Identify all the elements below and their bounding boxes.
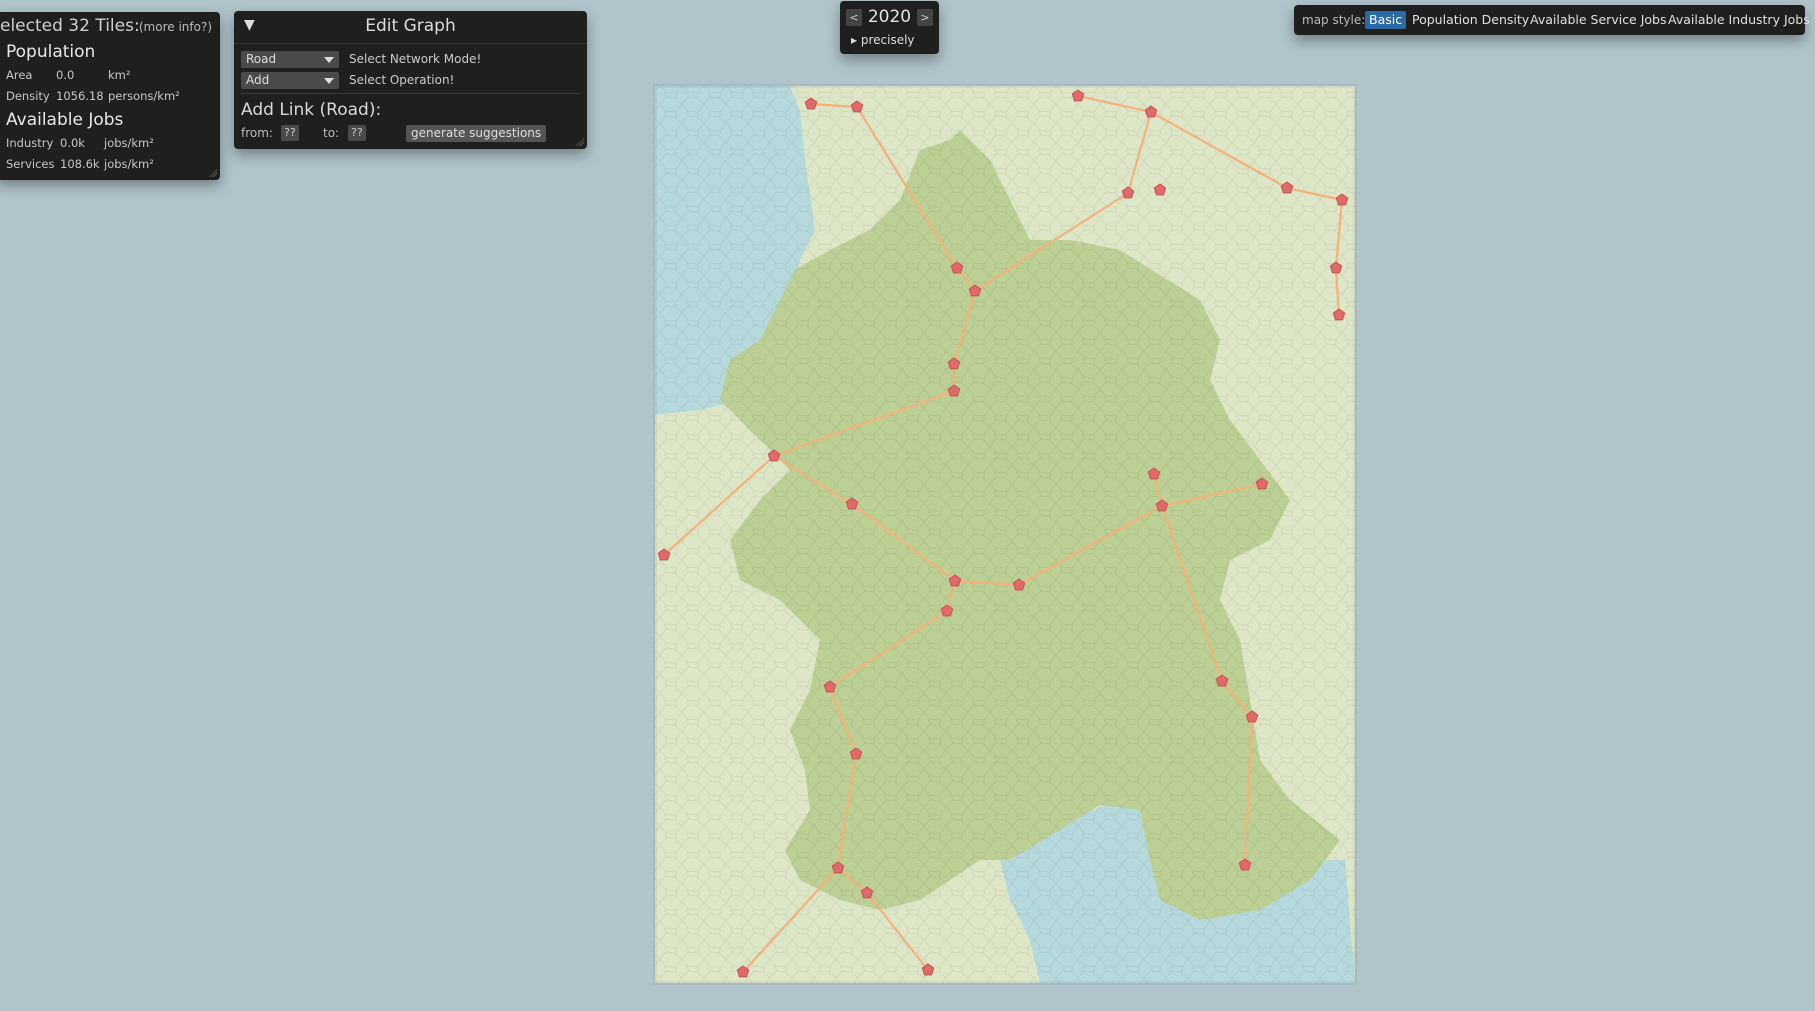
industry-label: Industry xyxy=(6,136,54,150)
precisely-toggle[interactable]: ▸ precisely xyxy=(851,33,915,47)
from-node-field[interactable]: ?? xyxy=(281,125,299,141)
jobs-heading: Available Jobs xyxy=(6,110,124,130)
resize-handle[interactable] xyxy=(576,138,584,146)
chevron-down-icon xyxy=(324,57,334,63)
generate-suggestions-button[interactable]: generate suggestions xyxy=(406,125,547,142)
operation-select[interactable]: Add xyxy=(241,72,339,89)
operation-value: Add xyxy=(246,73,270,87)
industry-value: 0.0k xyxy=(60,136,85,150)
chevron-down-icon xyxy=(324,78,334,84)
map-style-label: map style: xyxy=(1302,13,1366,27)
area-value: 0.0 xyxy=(56,68,75,82)
operation-label: Select Operation! xyxy=(349,73,455,87)
map-style-panel: map style: Basic Population Density Avai… xyxy=(1294,5,1810,35)
divider xyxy=(241,93,580,94)
selection-info-panel: elected 32 Tiles: (more info?) Populatio… xyxy=(0,12,220,180)
more-info-link[interactable]: (more info?) xyxy=(139,20,212,34)
area-row: Area 0.0 km² xyxy=(6,68,130,82)
map-style-industry-jobs[interactable]: Available Industry Jobs xyxy=(1664,11,1814,29)
network-mode-label: Select Network Mode! xyxy=(349,52,482,66)
area-label: Area xyxy=(6,68,33,82)
map-style-service-jobs[interactable]: Available Service Jobs xyxy=(1526,11,1671,29)
services-unit: jobs/km² xyxy=(104,157,154,171)
industry-row: Industry 0.0k jobs/km² xyxy=(6,136,154,150)
services-value: 108.6k xyxy=(60,157,100,171)
edit-graph-title: Edit Graph xyxy=(365,16,456,36)
services-label: Services xyxy=(6,157,55,171)
to-label: to: xyxy=(323,126,340,140)
density-unit: persons/km² xyxy=(108,89,180,103)
area-unit: km² xyxy=(108,68,131,82)
next-year-button[interactable]: > xyxy=(917,9,933,26)
map-style-basic[interactable]: Basic xyxy=(1365,11,1407,29)
density-value: 1056.18 xyxy=(56,89,104,103)
population-heading: Population xyxy=(6,42,96,62)
map-canvas[interactable] xyxy=(0,0,1815,1011)
add-link-title: Add Link (Road): xyxy=(241,100,382,120)
to-node-field[interactable]: ?? xyxy=(348,125,366,141)
selection-title: elected 32 Tiles: xyxy=(0,16,140,36)
density-label: Density xyxy=(6,89,50,103)
year-control-panel: < 2020 > ▸ precisely xyxy=(840,1,939,54)
from-label: from: xyxy=(241,126,273,140)
density-row: Density 1056.18 persons/km² xyxy=(6,89,180,103)
network-mode-value: Road xyxy=(246,52,277,66)
industry-unit: jobs/km² xyxy=(104,136,154,150)
map-cell-texture xyxy=(655,86,1355,983)
resize-handle[interactable] xyxy=(209,169,217,177)
map-style-population-density[interactable]: Population Density xyxy=(1408,11,1533,29)
edit-graph-panel: ▼ Edit Graph Road Select Network Mode! A… xyxy=(234,11,587,149)
network-mode-select[interactable]: Road xyxy=(241,51,339,68)
edit-graph-header: ▼ Edit Graph xyxy=(234,11,587,44)
services-row: Services 108.6k jobs/km² xyxy=(6,157,154,171)
